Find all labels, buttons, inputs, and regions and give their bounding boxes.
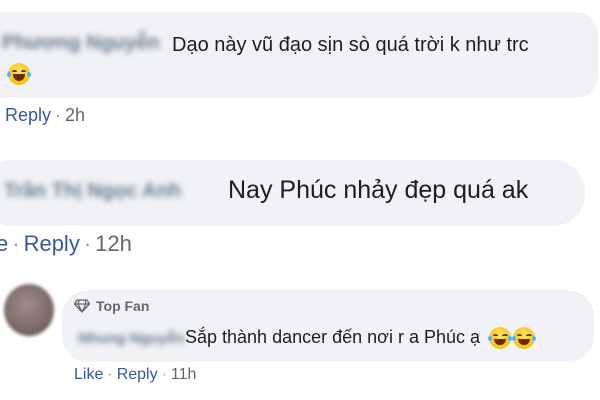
comment-author-3[interactable]: Nhung Nguyễn xyxy=(78,330,185,347)
diamond-icon xyxy=(74,299,90,313)
laughing-tears-emoji-icon xyxy=(6,63,32,85)
avatar[interactable] xyxy=(4,284,54,336)
comment-author-1[interactable]: Phương Nguyễn xyxy=(2,32,160,55)
reply-link-3[interactable]: Reply xyxy=(117,366,158,383)
comment-author-2[interactable]: Trần Thị Ngọc Anh xyxy=(4,180,181,203)
comment-meta-3: Like · Reply · 11h xyxy=(74,366,197,383)
comment-time-3[interactable]: 11h xyxy=(171,366,197,383)
reply-link-2[interactable]: Reply xyxy=(24,231,80,256)
comment-text-3-body: Sắp thành dancer đến nơi r a Phúc ạ xyxy=(185,327,481,347)
reply-link-1[interactable]: Reply xyxy=(5,105,51,125)
comment-time-2[interactable]: 12h xyxy=(95,231,132,256)
top-fan-badge: Top Fan xyxy=(74,298,149,314)
comment-text-2: Nay Phúc nhảy đẹp quá ak xyxy=(228,176,529,204)
laughing-tears-emoji-icon xyxy=(511,327,537,350)
comment-time-1[interactable]: 2h xyxy=(65,105,85,125)
comment-meta-1: Reply · 2h xyxy=(5,105,86,125)
comment-text-1: Dạo này vũ đạo sịn sò quá trời k như trc xyxy=(172,34,529,56)
like-link-3[interactable]: Like xyxy=(74,366,103,383)
comment-text-3: Sắp thành dancer đến nơi r a Phúc ạ xyxy=(185,327,537,350)
comment-meta-2: e · Reply · 12h xyxy=(0,231,132,257)
partial-link-2[interactable]: e xyxy=(0,231,8,256)
laughing-tears-emoji-icon xyxy=(487,327,513,350)
top-fan-label: Top Fan xyxy=(96,298,150,314)
